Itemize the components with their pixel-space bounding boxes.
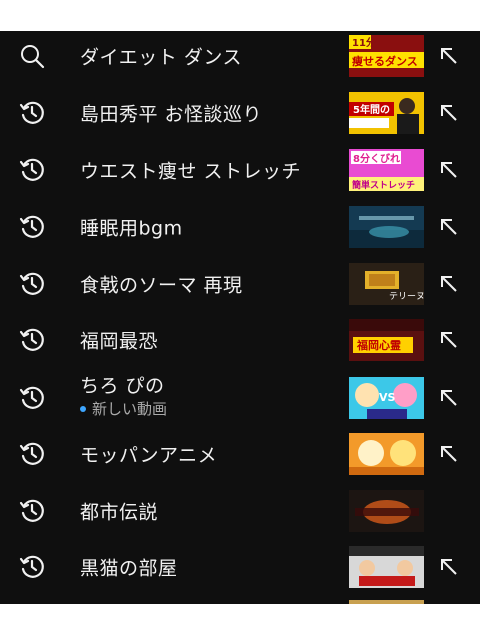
history-icon — [18, 213, 46, 241]
search-suggestions-panel: ダイエット ダンス 11分 痩せるダンス 島田秀平 お怪談巡り 5年間の ウエス… — [0, 31, 480, 604]
fill-query-arrow-icon[interactable] — [438, 443, 460, 465]
fill-query-arrow-icon[interactable] — [438, 273, 460, 295]
history-icon — [18, 270, 46, 298]
suggestion-thumbnail — [349, 433, 424, 475]
svg-text:8分くびれ: 8分くびれ — [353, 152, 400, 165]
fill-query-arrow-icon[interactable] — [438, 329, 460, 351]
history-icon — [18, 384, 46, 412]
suggestion-text: ちろ ぴの — [80, 375, 165, 397]
new-video-indicator: 新しい動画 — [80, 398, 167, 419]
suggestion-text: モッパンアニメ — [80, 444, 218, 467]
suggestion-text: 福岡最恐 — [80, 330, 159, 353]
suggestion-thumbnail: VS — [349, 377, 424, 419]
suggestion-row[interactable]: 島田秀平 お怪談巡り 5年間の — [0, 85, 480, 141]
suggestion-text: 都市伝説 — [80, 501, 159, 524]
suggestion-thumbnail — [349, 490, 424, 532]
fill-query-arrow-icon[interactable] — [438, 387, 460, 409]
suggestion-thumbnail: 8分くびれ 簡単ストレッチ — [349, 149, 424, 191]
fill-query-arrow-icon[interactable] — [438, 45, 460, 67]
svg-text:5年間の: 5年間の — [353, 103, 390, 116]
fill-query-arrow-icon[interactable] — [438, 159, 460, 181]
new-dot-icon — [80, 405, 86, 412]
suggestion-row[interactable]: モッパンアニメ — [0, 426, 480, 482]
suggestion-row[interactable]: 食戟のソーマ 再現 テリーヌ — [0, 256, 480, 312]
suggestion-thumbnail: テリーヌ — [349, 263, 424, 305]
suggestion-row[interactable]: 都市伝説 — [0, 483, 480, 539]
history-icon — [18, 497, 46, 525]
suggestion-row-partial — [0, 597, 480, 604]
suggestion-thumbnail: 福岡心霊 — [349, 319, 424, 361]
svg-text:簡単ストレッチ: 簡単ストレッチ — [352, 179, 415, 191]
history-icon — [18, 99, 46, 127]
svg-text:VS: VS — [379, 391, 396, 404]
history-icon — [18, 156, 46, 184]
suggestion-thumbnail: 11分 痩せるダンス — [349, 35, 424, 77]
suggestion-row[interactable]: 福岡最恐 福岡心霊 — [0, 312, 480, 368]
suggestion-text: 黒猫の部屋 — [80, 557, 178, 580]
suggestion-thumbnail — [349, 600, 424, 604]
suggestion-thumbnail — [349, 546, 424, 588]
history-icon — [18, 440, 46, 468]
suggestion-subtext: 新しい動画 — [92, 400, 168, 418]
svg-text:福岡心霊: 福岡心霊 — [356, 338, 401, 352]
svg-text:痩せるダンス: 痩せるダンス — [352, 54, 418, 68]
suggestion-row[interactable]: ウエスト痩せ ストレッチ 8分くびれ 簡単ストレッチ — [0, 142, 480, 198]
suggestion-text: 島田秀平 お怪談巡り — [80, 103, 263, 126]
fill-query-arrow-icon[interactable] — [438, 102, 460, 124]
fill-query-arrow-icon[interactable] — [438, 556, 460, 578]
suggestion-text: 睡眠用bgm — [80, 217, 183, 240]
history-icon — [18, 553, 46, 581]
suggestion-row[interactable]: ちろ ぴの 新しい動画 VS — [0, 368, 480, 428]
suggestion-text: ウエスト痩せ ストレッチ — [80, 160, 302, 183]
suggestion-text: ダイエット ダンス — [80, 46, 242, 69]
suggestion-text: 食戟のソーマ 再現 — [80, 274, 243, 297]
history-icon — [18, 326, 46, 354]
suggestion-row[interactable]: ダイエット ダンス 11分 痩せるダンス — [0, 31, 480, 84]
search-icon — [18, 42, 46, 70]
svg-text:テリーヌ: テリーヌ — [389, 291, 424, 302]
suggestion-row[interactable]: 黒猫の部屋 — [0, 539, 480, 595]
suggestion-thumbnail — [349, 206, 424, 248]
suggestion-row[interactable]: 睡眠用bgm — [0, 199, 480, 255]
svg-text:11分: 11分 — [352, 36, 376, 49]
suggestion-thumbnail: 5年間の — [349, 92, 424, 134]
fill-query-arrow-icon[interactable] — [438, 216, 460, 238]
